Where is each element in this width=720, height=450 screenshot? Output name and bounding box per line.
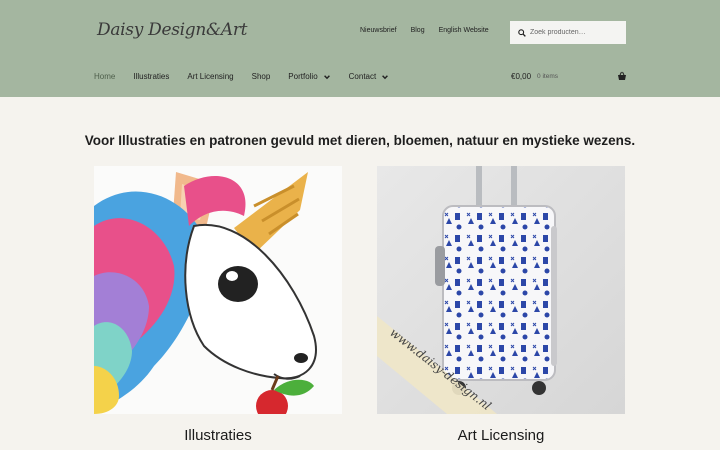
nav-item-label: Home [94, 72, 116, 81]
chevron-down-icon [382, 74, 389, 79]
product-search [510, 21, 626, 44]
nav-item-label: Portfolio [288, 72, 318, 81]
illustraties-image[interactable] [94, 166, 342, 414]
secondary-nav: Nieuwsbrief Blog English Website [360, 27, 489, 34]
nav-link-english-website[interactable]: English Website [439, 27, 489, 34]
nav-item-illustraties[interactable]: Illustraties [133, 72, 169, 81]
site-logo[interactable]: Daisy Design&Art [97, 20, 247, 40]
nav-item-label: Shop [251, 72, 271, 81]
search-input[interactable] [530, 29, 620, 36]
nav-item-label: Contact [348, 72, 377, 81]
nav-item-art-licensing[interactable]: Art Licensing [187, 72, 233, 81]
nav-link-blog[interactable]: Blog [411, 27, 425, 34]
art-licensing-image[interactable]: www.daisy-design.nl [377, 166, 625, 414]
unicorn-illustration [94, 172, 317, 414]
card-title-art-licensing[interactable]: Art Licensing [377, 427, 625, 444]
nav-item-portfolio[interactable]: Portfolio [288, 72, 330, 81]
basket-icon [618, 71, 626, 80]
nav-item-label: Illustraties [133, 72, 170, 81]
primary-nav: Home Illustraties Art Licensing Shop Por… [94, 72, 407, 81]
site-header: Daisy Design&Art Nieuwsbrief Blog Englis… [0, 0, 720, 97]
nav-item-home[interactable]: Home [94, 72, 115, 81]
nav-item-contact[interactable]: Contact [349, 72, 390, 81]
cart-count: 0 items [537, 73, 558, 80]
search-icon [518, 28, 526, 37]
cart-amount: €0,00 [511, 72, 532, 81]
nav-item-label: Art Licensing [187, 72, 234, 81]
nav-item-shop[interactable]: Shop [252, 72, 271, 81]
delft-blue-suitcase: www.daisy-design.nl [377, 166, 625, 414]
card-title-illustraties[interactable]: Illustraties [94, 427, 342, 444]
chevron-down-icon [323, 74, 330, 79]
mini-cart[interactable]: €0,00 0 items [511, 71, 627, 81]
page-tagline: Voor Illustraties en patronen gevuld met… [84, 133, 636, 148]
nav-link-nieuwsbrief[interactable]: Nieuwsbrief [360, 27, 397, 34]
